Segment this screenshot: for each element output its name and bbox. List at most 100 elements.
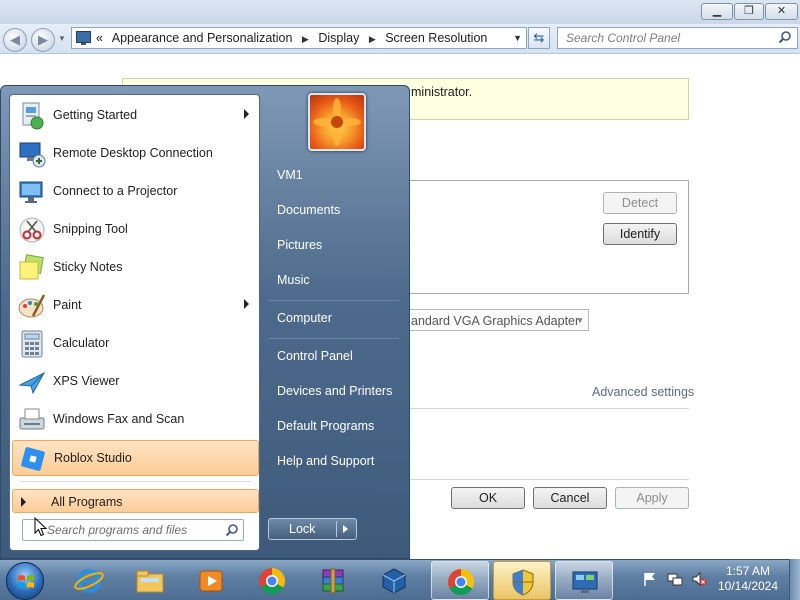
taskbar-chrome[interactable] [243,561,301,600]
search-programs-input[interactable]: Search programs and files [22,519,244,541]
window-titlebar: ▁ ❐ ✕ [0,0,800,24]
breadcrumb-display[interactable]: Display [318,31,359,45]
divider [269,300,399,301]
advanced-settings-link[interactable]: Advanced settings [592,385,694,399]
taskbar-virtualbox[interactable] [365,561,423,600]
fax-scan-icon [19,408,45,430]
program-label: Remote Desktop Connection [53,146,213,160]
taskbar-windows-explorer[interactable] [121,561,179,600]
windows-update-shield-icon [512,569,534,596]
recent-pages-dropdown[interactable]: ▼ [58,34,66,43]
search-control-panel-input[interactable]: Search Control Panel [557,27,798,49]
program-label: Getting Started [53,108,138,122]
start-link-user[interactable]: VM1 [263,161,403,191]
taskbar-control-panel[interactable] [555,561,613,600]
start-link-music[interactable]: Music [263,266,403,296]
start-link-computer[interactable]: Computer [263,304,403,334]
search-icon[interactable] [778,30,792,44]
all-programs-button[interactable]: All Programs [12,489,259,513]
start-link-default-programs[interactable]: Default Programs [263,412,403,442]
roblox-studio-icon [21,447,45,471]
volume-muted-icon[interactable] [691,571,707,587]
start-link-documents[interactable]: Documents [263,196,403,226]
taskbar-chrome-window[interactable] [431,561,489,600]
start-link-help-support[interactable]: Help and Support [263,447,403,477]
address-dropdown-icon[interactable]: ▼ [513,33,522,43]
user-picture[interactable] [308,93,366,151]
start-link-label: VM1 [277,168,303,182]
display-preview-area[interactable]: Detect Identify [400,180,689,294]
program-xps-viewer[interactable]: XPS Viewer [12,364,259,400]
start-link-label: Computer [277,311,332,325]
address-bar[interactable]: « Appearance and Personalization ▶ Displ… [71,27,527,49]
mouse-cursor-icon [34,517,48,537]
projector-icon [19,181,43,203]
forward-button[interactable]: ▶ [31,28,55,52]
start-link-pictures[interactable]: Pictures [263,231,403,261]
control-panel-icon [572,571,598,593]
cancel-button[interactable]: Cancel [533,487,607,509]
search-placeholder: Search programs and files [47,523,188,537]
search-placeholder: Search Control Panel [566,31,681,45]
navigation-bar: ◀ ▶ ▼ « Appearance and Personalization ▶… [0,24,800,54]
start-link-control-panel[interactable]: Control Panel [263,342,403,372]
ok-button[interactable]: OK [451,487,525,509]
start-link-label: Default Programs [277,419,375,433]
adapter-value: andard VGA Graphics Adapter [411,314,580,328]
close-button[interactable]: ✕ [765,3,798,20]
winrar-icon [322,568,344,594]
program-fax-scan[interactable]: Windows Fax and Scan [12,402,259,438]
program-sticky-notes[interactable]: Sticky Notes [12,250,259,286]
program-calculator[interactable]: Calculator [12,326,259,362]
refresh-button[interactable]: ⇆ [528,27,550,49]
start-link-label: Help and Support [277,454,375,468]
program-getting-started[interactable]: Getting Started [12,98,259,134]
breadcrumb-separator-icon[interactable]: ▶ [302,34,309,44]
taskbar-internet-explorer[interactable] [60,561,118,600]
breadcrumb-overflow[interactable]: « [96,31,103,45]
program-remote-desktop[interactable]: Remote Desktop Connection [12,136,259,172]
divider [400,479,689,480]
lock-button[interactable]: Lock [268,518,357,540]
remote-desktop-icon [19,142,46,168]
back-button[interactable]: ◀ [3,28,27,52]
start-button[interactable] [6,562,44,600]
network-icon[interactable] [667,571,683,587]
submenu-arrow-icon[interactable] [244,299,249,309]
show-desktop-button[interactable] [789,559,800,600]
minimize-button[interactable]: ▁ [701,3,733,20]
start-link-devices-printers[interactable]: Devices and Printers [263,377,403,407]
search-icon[interactable] [225,523,239,537]
program-label: Windows Fax and Scan [53,412,185,426]
internet-explorer-icon [74,569,104,593]
display-adapter-dropdown[interactable]: andard VGA Graphics Adapter ▼ [400,309,589,331]
action-center-flag-icon[interactable] [642,571,658,587]
apply-button[interactable]: Apply [615,487,689,509]
program-snipping-tool[interactable]: Snipping Tool [12,212,259,248]
virtualbox-icon [382,568,406,594]
program-label: Snipping Tool [53,222,128,236]
start-link-label: Devices and Printers [277,384,393,398]
identify-button[interactable]: Identify [603,223,677,245]
windows-explorer-icon [136,570,164,593]
taskbar-clock[interactable]: 1:57 AM 10/14/2024 [712,564,784,594]
taskbar-windows-update[interactable] [493,561,551,600]
breadcrumb-screen-resolution[interactable]: Screen Resolution [385,31,487,45]
submenu-arrow-icon[interactable] [244,109,249,119]
chevron-down-icon: ▼ [576,316,584,325]
breadcrumb-separator-icon[interactable]: ▶ [369,34,376,44]
taskbar-media-player[interactable] [182,561,240,600]
shutdown-options-arrow-icon[interactable] [343,525,348,533]
forward-arrow-icon: ▶ [38,32,48,47]
maximize-button[interactable]: ❐ [734,3,764,20]
xps-viewer-icon [18,371,46,395]
program-paint[interactable]: Paint [12,288,259,324]
detect-button[interactable]: Detect [603,192,677,214]
start-link-label: Music [277,273,310,287]
taskbar-winrar[interactable] [304,561,362,600]
program-roblox-studio[interactable]: Roblox Studio [12,440,259,476]
program-connect-projector[interactable]: Connect to a Projector [12,174,259,210]
calculator-icon [21,330,43,358]
control-panel-address-icon [76,31,91,45]
breadcrumb-appearance[interactable]: Appearance and Personalization [112,31,293,45]
